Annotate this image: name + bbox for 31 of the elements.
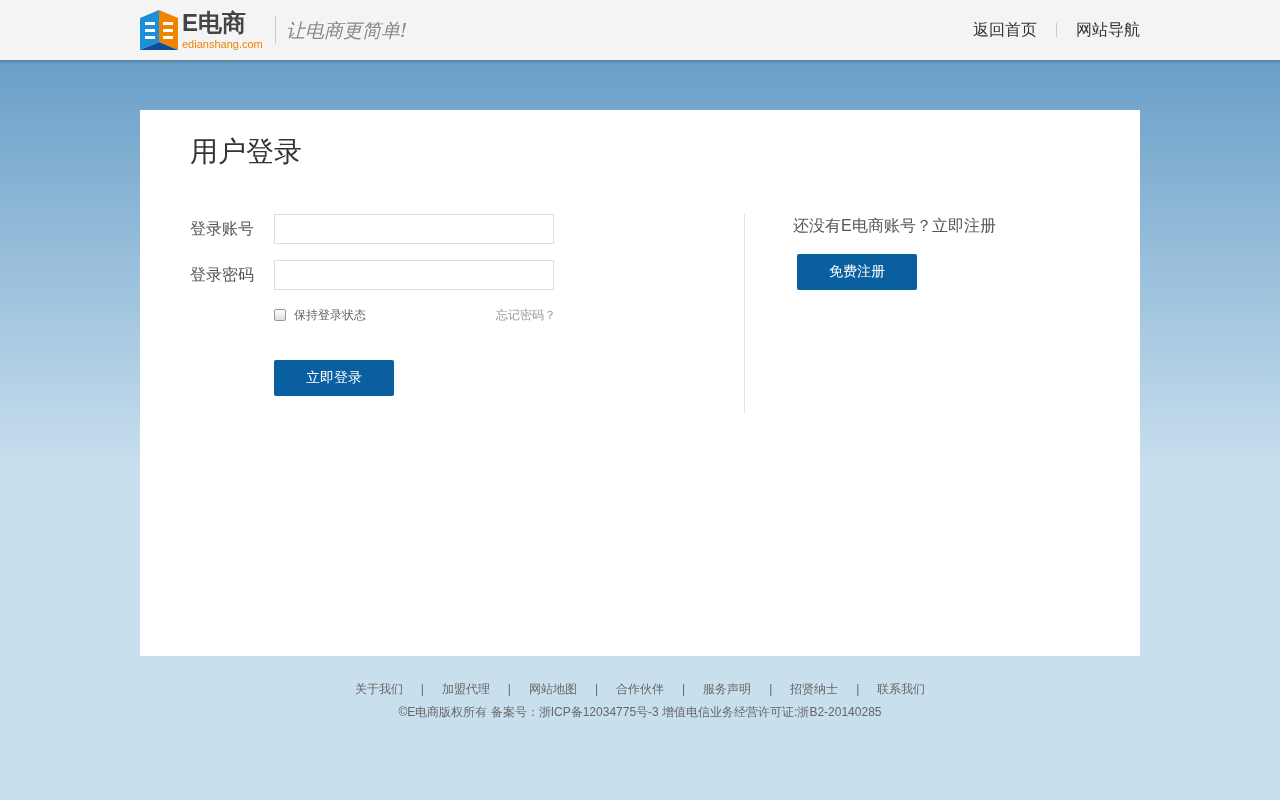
page-title: 用户登录 xyxy=(190,135,303,169)
nav-link[interactable]: 返回首页 xyxy=(973,18,1037,42)
footer-link[interactable]: 关于我们 xyxy=(354,680,403,698)
input-field[interactable] xyxy=(274,213,554,244)
footer-link[interactable]: 加盟代理 xyxy=(441,680,490,698)
nav-link[interactable]: 网站导航 xyxy=(1076,18,1140,42)
footer-link[interactable]: 网站地图 xyxy=(528,680,577,698)
footer-link[interactable]: 服务声明 xyxy=(703,680,752,698)
remember-label: 保持登录状态 xyxy=(294,306,366,324)
field-label: 登录密码 xyxy=(190,264,255,285)
slogan: 让电商更简单! xyxy=(274,15,408,45)
logo-text: E电商 xyxy=(182,10,247,35)
separator-text: | xyxy=(769,681,773,698)
separator-text: | xyxy=(420,681,424,698)
footer-link[interactable]: 联系我们 xyxy=(877,680,926,698)
remember-checkbox[interactable] xyxy=(274,308,286,321)
logo-icon xyxy=(140,10,178,50)
field-label: 登录账号 xyxy=(190,218,255,239)
footer-link[interactable]: 合作伙伴 xyxy=(616,680,664,698)
forgot-password-link[interactable]: 忘记密码？ xyxy=(496,305,556,324)
separator-text: | xyxy=(682,681,686,698)
separator-text: | xyxy=(856,681,860,698)
login-button[interactable]: 立即登录 xyxy=(274,359,394,396)
copyright-text: ©E电商版权所有 备案号：浙ICP备12034775号-3 增值电信业务经营许可证:浙B2-20140285 xyxy=(398,705,882,719)
separator-text: | xyxy=(507,681,511,698)
input-field[interactable] xyxy=(274,259,554,290)
register-button[interactable]: 免费注册 xyxy=(797,253,917,290)
logo-domain: edianshang.com xyxy=(182,38,263,50)
register-prompt: 还没有E电商账号？立即注册 xyxy=(793,215,996,236)
footer-link[interactable]: 招贤纳士 xyxy=(790,680,839,698)
separator-text: | xyxy=(594,681,598,698)
